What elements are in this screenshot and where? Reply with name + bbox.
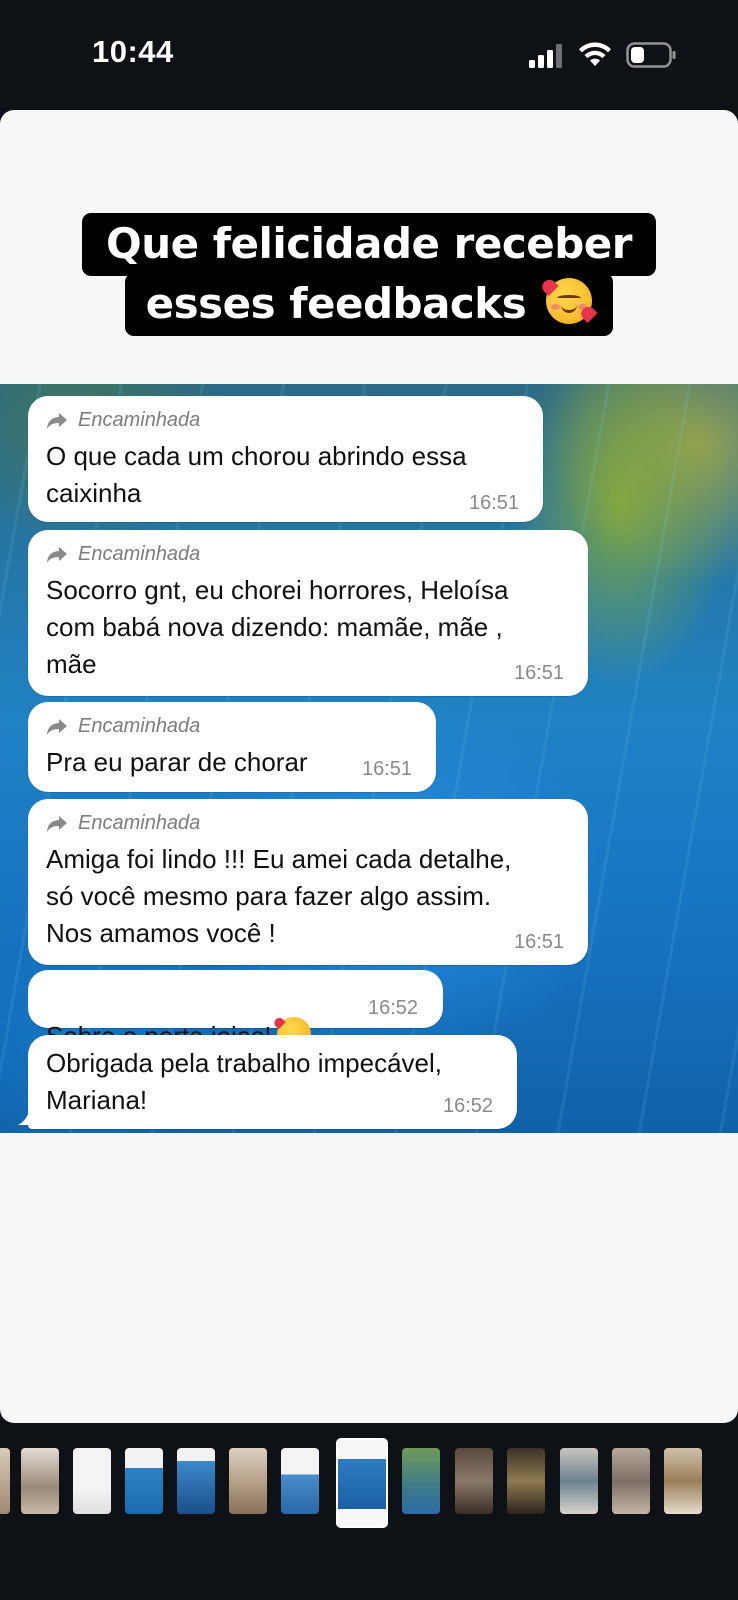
message-text: Socorro gnt, eu chorei horrores, Heloísa… bbox=[46, 575, 509, 679]
forwarded-label: Encaminhada bbox=[46, 409, 200, 432]
headline-text-1: Que felicidade receber bbox=[106, 219, 632, 268]
forwarded-text: Encaminhada bbox=[78, 543, 201, 565]
story-thumbnail[interactable] bbox=[612, 1448, 650, 1514]
cellular-signal-icon bbox=[529, 44, 565, 68]
story-thumbnail[interactable] bbox=[125, 1448, 163, 1514]
message-time: 16:52 bbox=[443, 1095, 494, 1117]
story-thumbnail[interactable] bbox=[21, 1448, 59, 1514]
headline-line-2: esses feedbacks bbox=[125, 273, 613, 336]
story-thumbnail[interactable] bbox=[507, 1448, 545, 1514]
message-text: Obrigada pela trabalho impecável, Marian… bbox=[46, 1048, 443, 1115]
message-text: Amiga foi lindo !!! Eu amei cada detalhe… bbox=[46, 844, 512, 948]
story-thumbnail[interactable] bbox=[455, 1448, 493, 1514]
forward-arrow-icon bbox=[47, 718, 67, 735]
story-thumbnail[interactable] bbox=[402, 1448, 440, 1514]
message-time: 16:51 bbox=[514, 662, 565, 684]
chat-screenshot: Encaminhada O que cada um chorou abrindo… bbox=[0, 384, 738, 1133]
headline-line-1: Que felicidade receber bbox=[82, 213, 656, 276]
headline-text-2: esses feedbacks bbox=[145, 279, 527, 328]
message-time: 16:51 bbox=[469, 492, 520, 514]
story-thumbnail-strip bbox=[0, 1438, 738, 1528]
story-thumbnail[interactable] bbox=[0, 1448, 10, 1514]
story-thumbnail[interactable] bbox=[664, 1448, 702, 1514]
story-thumbnail-current[interactable] bbox=[336, 1438, 388, 1528]
forward-arrow-icon bbox=[47, 412, 67, 429]
forwarded-label: Encaminhada bbox=[46, 812, 200, 835]
story-card[interactable]: Que felicidade receber esses feedbacks E… bbox=[0, 110, 738, 1423]
message-time: 16:51 bbox=[362, 758, 413, 780]
story-thumbnail[interactable] bbox=[73, 1448, 111, 1514]
forwarded-label: Encaminhada bbox=[46, 715, 200, 738]
smiling-face-with-hearts-icon bbox=[546, 278, 593, 324]
forwarded-text: Encaminhada bbox=[78, 715, 201, 737]
story-thumbnail[interactable] bbox=[281, 1448, 319, 1514]
battery-icon bbox=[626, 42, 676, 68]
chat-message: Encaminhada Socorro gnt, eu chorei horro… bbox=[28, 530, 588, 696]
status-time: 10:44 bbox=[92, 34, 174, 69]
message-time: 16:52 bbox=[368, 997, 419, 1019]
story-thumbnail[interactable] bbox=[177, 1448, 215, 1514]
chat-message: Encaminhada Amiga foi lindo !!! Eu amei … bbox=[28, 799, 588, 965]
forward-arrow-icon bbox=[47, 815, 67, 832]
chat-message: Encaminhada O que cada um chorou abrindo… bbox=[28, 396, 543, 522]
wifi-icon bbox=[579, 42, 611, 66]
message-time: 16:51 bbox=[514, 931, 565, 953]
chat-message: Sobre o porta joias! 16:52 bbox=[28, 970, 443, 1051]
forward-arrow-icon bbox=[47, 546, 67, 563]
story-thumbnail[interactable] bbox=[560, 1448, 598, 1514]
status-bar: 10:44 bbox=[0, 0, 738, 108]
message-text: Pra eu parar de chorar bbox=[46, 747, 308, 777]
chat-message: Encaminhada Pra eu parar de chorar 16:51 bbox=[28, 702, 436, 792]
chat-message: Obrigada pela trabalho impecável, Marian… bbox=[28, 1035, 517, 1129]
forwarded-label: Encaminhada bbox=[46, 543, 200, 566]
forwarded-text: Encaminhada bbox=[78, 812, 201, 834]
forwarded-text: Encaminhada bbox=[78, 409, 201, 431]
story-thumbnail[interactable] bbox=[229, 1448, 267, 1514]
message-text: O que cada um chorou abrindo essa caixin… bbox=[46, 441, 467, 508]
